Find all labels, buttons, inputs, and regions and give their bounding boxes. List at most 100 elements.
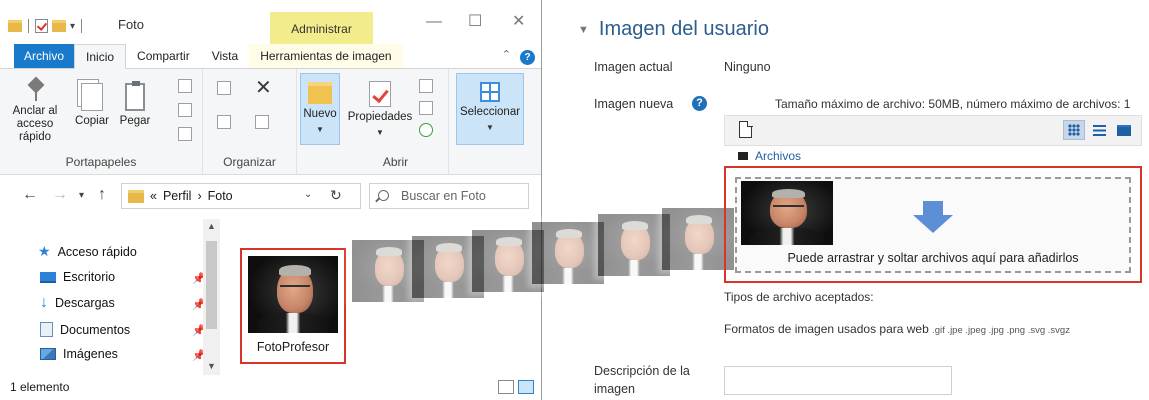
max-file-size-text: Tamaño máximo de archivo: 50MB, número m… [775,97,1131,111]
group-label-portapapeles: Portapapeles [65,155,137,169]
folder-icon [1117,124,1131,136]
file-item-fotoprofesor[interactable]: FotoProfesor [240,248,346,364]
ribbon-tabs: Archivo Inicio Compartir Vista Herramien… [0,44,541,69]
description-label: Descripción de la imagen [594,364,690,396]
add-file-icon[interactable] [739,120,753,138]
scroll-down-icon[interactable]: ▼ [207,361,216,371]
section-title: Imagen del usuario [598,18,769,40]
tab-inicio[interactable]: Inicio [74,44,127,69]
filepicker-breadcrumb[interactable]: Archivos [738,149,801,163]
list-view-button[interactable] [1088,120,1110,140]
breadcrumb-foto[interactable]: Foto [208,184,233,208]
properties-icon[interactable] [35,19,48,33]
properties-button[interactable]: Propiedades ▼ [345,81,415,139]
dropzone-text: Puede arrastrar y soltar archivos aquí p… [787,251,1079,265]
nav-item-acceso-rapido[interactable]: ★ Acceso rápido [38,243,137,260]
group-portapapeles: Anclar al acceso rápido Copiar Pegar Por… [0,69,203,175]
paste-shortcut-icon[interactable] [178,127,192,141]
select-button[interactable]: Seleccionar ▼ [456,73,524,145]
navigation-pane: ★ Acceso rápido Escritorio 📌 ↓ Descargas… [0,219,225,375]
help-icon[interactable]: ? [692,96,707,111]
nav-pane-scrollbar[interactable]: ▲ ▼ [203,219,220,375]
tree-view-button[interactable] [1113,120,1135,140]
scrollbar-thumb[interactable] [206,241,217,329]
download-icon: ↓ [40,294,48,311]
refresh-icon[interactable]: ↻ [330,187,342,204]
ribbon: Anclar al acceso rápido Copiar Pegar Por… [0,69,541,175]
view-mode-buttons [1063,120,1135,140]
search-input[interactable]: Buscar en Foto [369,183,529,209]
copy-path-icon[interactable] [178,103,192,117]
history-icon[interactable] [419,123,433,137]
new-folder-icon[interactable] [52,20,66,32]
paste-button[interactable]: Pegar [115,79,155,128]
open-icon[interactable] [419,79,433,93]
collapse-ribbon-icon[interactable]: ⌃ [502,48,511,61]
file-explorer-window: ▾ Foto Administrar — ☐ ✕ Archivo Inicio … [0,0,542,400]
icons-view-button[interactable] [1063,120,1085,140]
up-arrow-icon[interactable]: ↑ [98,186,106,204]
details-view-icon[interactable] [498,380,514,394]
cut-icon[interactable] [178,79,192,93]
scroll-up-icon[interactable]: ▲ [207,221,216,231]
nav-item-escritorio[interactable]: Escritorio [40,270,115,284]
image-description-input[interactable] [724,366,952,395]
current-image-label: Imagen actual [594,60,673,74]
item-count: 1 elemento [10,380,70,394]
recent-locations-icon[interactable]: ▾ [79,190,84,201]
star-icon: ★ [38,243,51,259]
chevron-down-icon: ▼ [486,123,494,132]
context-tab-administrar[interactable]: Administrar [270,12,373,44]
forward-arrow-icon[interactable]: → [52,186,68,204]
pin-icon [30,79,40,101]
dropzone-highlight: Puede arrastrar y soltar archivos aquí p… [724,166,1142,283]
status-bar: 1 elemento [0,375,541,400]
format-extensions: .gif .jpe .jpeg .jpg .png .svg .svgz [932,325,1070,336]
rename-icon[interactable] [255,115,269,129]
customize-toolbar-icon[interactable]: ▾ [70,21,75,32]
maximize-button[interactable]: ☐ [468,12,482,32]
drop-arrow-icon [913,201,953,233]
file-name-label: FotoProfesor [256,340,330,354]
new-button[interactable]: Nuevo ▼ [300,73,340,145]
folder-icon [128,189,144,203]
help-icon[interactable]: ? [520,50,535,65]
nav-item-documentos[interactable]: Documentos [40,322,130,337]
file-dropzone[interactable]: Puede arrastrar y soltar archivos aquí p… [735,177,1131,273]
file-thumbnail [248,256,338,333]
filepicker-toolbar [724,115,1142,146]
breadcrumb-perfil[interactable]: Perfil [163,184,191,208]
large-icons-view-icon[interactable] [518,380,534,394]
tab-archivo[interactable]: Archivo [14,44,75,68]
current-image-value: Ninguno [724,60,771,74]
collapse-caret-icon[interactable]: ▼ [578,24,589,36]
pictures-icon [40,348,56,360]
tab-herramientas-imagen[interactable]: Herramientas de imagen [249,44,403,68]
close-button[interactable]: ✕ [512,12,525,32]
pin-quick-access-button[interactable]: Anclar al acceso rápido [10,79,60,144]
folder-icon [738,152,748,160]
quick-access-toolbar: ▾ [8,19,84,33]
delete-icon[interactable]: ✕ [255,77,272,99]
tab-vista[interactable]: Vista [201,44,249,68]
group-abrir: Propiedades ▼ Abrir [343,69,449,175]
tab-compartir[interactable]: Compartir [126,44,201,68]
properties-check-icon [369,81,391,107]
address-dropdown-icon[interactable]: ⌄ [304,189,312,200]
copy-button[interactable]: Copiar [70,79,114,128]
nav-item-imagenes[interactable]: Imágenes [40,347,118,361]
select-grid-icon [480,82,500,102]
address-bar[interactable]: « Perfil › Foto [121,183,361,209]
back-arrow-icon[interactable]: ← [22,186,38,204]
new-folder-icon [308,82,332,104]
nav-item-descargas[interactable]: ↓ Descargas [40,294,115,311]
paste-icon [125,81,145,111]
minimize-button[interactable]: — [426,12,442,32]
copy-to-icon[interactable] [217,115,231,129]
chevron-down-icon: ▼ [376,128,384,137]
move-to-icon[interactable] [217,81,231,95]
edit-icon[interactable] [419,101,433,115]
section-header[interactable]: ▼ Imagen del usuario [578,18,769,41]
moodle-user-image-form: ▼ Imagen del usuario Imagen actual Ningu… [570,0,1149,400]
list-icon [1092,124,1106,136]
